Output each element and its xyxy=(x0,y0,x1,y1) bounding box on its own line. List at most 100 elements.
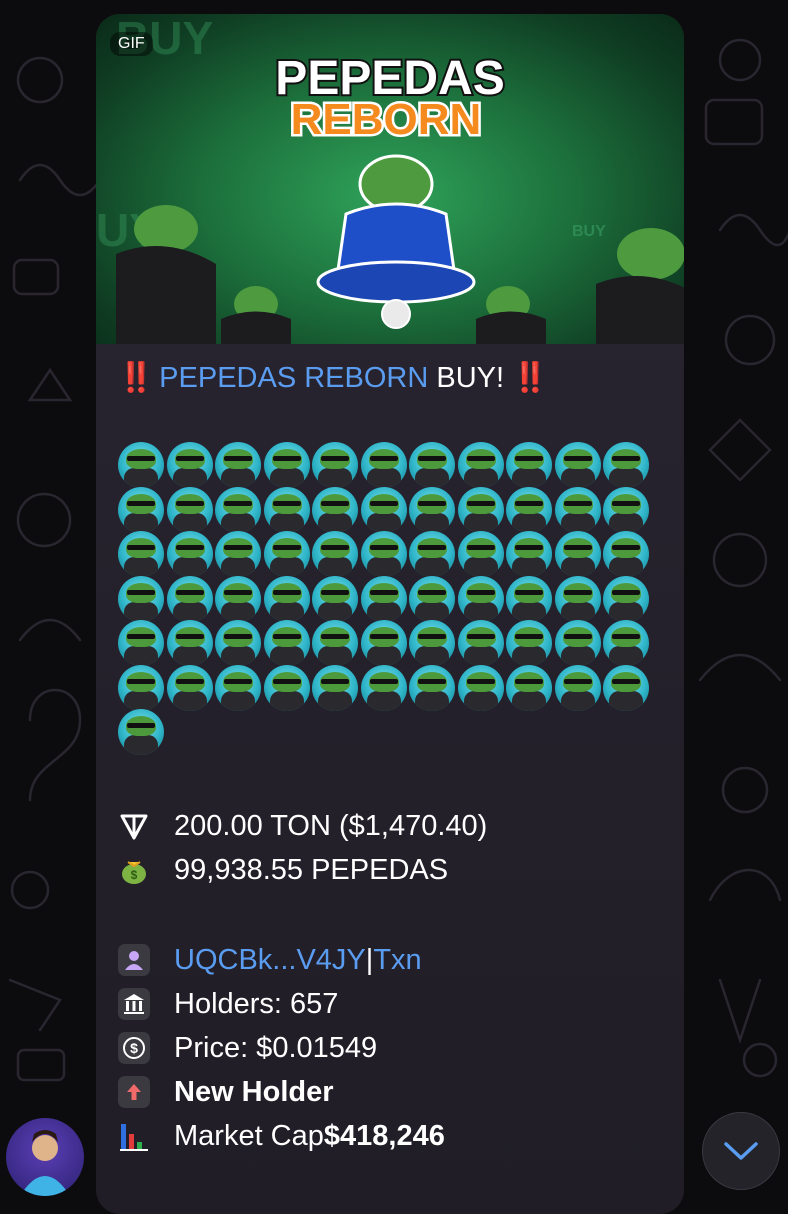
pepe-emoji[interactable] xyxy=(263,486,310,533)
pepe-emoji[interactable] xyxy=(118,531,164,577)
pepe-emoji[interactable] xyxy=(409,442,455,488)
pepe-emoji[interactable] xyxy=(409,664,455,711)
up-arrow-icon xyxy=(118,1076,150,1108)
pepe-emoji[interactable] xyxy=(263,620,310,666)
pepe-emoji[interactable] xyxy=(215,486,261,533)
pepe-emoji[interactable] xyxy=(166,531,213,577)
pepe-emoji[interactable] xyxy=(603,442,649,488)
pepe-emoji[interactable] xyxy=(506,575,552,622)
pepe-emoji[interactable] xyxy=(457,486,504,533)
market-cap-label: Market Cap xyxy=(174,1119,324,1152)
market-cap-value: $418,246 xyxy=(323,1119,445,1152)
pepe-emoji[interactable] xyxy=(506,620,552,666)
pepe-emoji[interactable] xyxy=(360,575,407,622)
pepe-emoji[interactable] xyxy=(215,442,261,488)
pepe-emoji[interactable] xyxy=(360,620,407,666)
token-amount-row: $ 99,938.55 PEPEDAS xyxy=(118,848,448,892)
pepe-emoji[interactable] xyxy=(554,442,601,488)
pepe-emoji[interactable] xyxy=(457,531,504,577)
ton-icon xyxy=(118,810,150,842)
pepe-emoji[interactable] xyxy=(360,486,407,533)
separator: | xyxy=(365,943,374,976)
price-row: $ Price: $0.01549 xyxy=(118,1026,377,1070)
pepe-emoji[interactable] xyxy=(166,486,213,533)
pepe-emoji[interactable] xyxy=(554,664,601,711)
pepe-emoji[interactable] xyxy=(118,709,164,755)
svg-text:BUY: BUY xyxy=(572,223,606,240)
pepe-emoji[interactable] xyxy=(215,664,261,711)
buyer-address-link[interactable]: UQCBk...V4JY xyxy=(174,944,366,977)
pepe-emoji[interactable] xyxy=(360,664,407,711)
pepe-emoji[interactable] xyxy=(409,531,455,577)
pepe-emoji[interactable] xyxy=(312,620,358,666)
pepe-emoji[interactable] xyxy=(215,531,261,577)
pepe-emoji[interactable] xyxy=(506,531,552,577)
pepe-emoji[interactable] xyxy=(215,575,261,622)
pepe-emoji[interactable] xyxy=(603,575,649,622)
pepe-emoji[interactable] xyxy=(457,620,504,666)
scroll-down-button[interactable] xyxy=(702,1112,780,1190)
pepe-emoji[interactable] xyxy=(166,620,213,666)
pepe-emoji[interactable] xyxy=(118,620,164,666)
pepe-emoji[interactable] xyxy=(312,442,358,488)
pepe-emoji[interactable] xyxy=(312,664,358,711)
pepe-emoji[interactable] xyxy=(312,531,358,577)
svg-text:REBORN: REBORN xyxy=(291,95,482,144)
pepe-emoji[interactable] xyxy=(506,664,552,711)
pepe-emoji[interactable] xyxy=(554,486,601,533)
pepe-emoji[interactable] xyxy=(409,486,455,533)
buyer-row: UQCBk...V4JY | Txn xyxy=(118,938,422,982)
pepe-emoji[interactable] xyxy=(166,575,213,622)
user-icon xyxy=(118,944,150,976)
pepe-emoji[interactable] xyxy=(603,531,649,577)
pepe-emoji[interactable] xyxy=(263,442,310,488)
gif-badge: GIF xyxy=(110,32,153,56)
pepe-emoji[interactable] xyxy=(166,442,213,488)
pepe-emoji[interactable] xyxy=(409,575,455,622)
token-link[interactable]: PEPEDAS REBORN xyxy=(159,362,428,394)
pepe-emoji[interactable] xyxy=(506,442,552,488)
dollar-icon: $ xyxy=(118,1032,150,1064)
pepe-emoji[interactable] xyxy=(603,664,649,711)
pepe-emoji[interactable] xyxy=(166,664,213,711)
pepe-emoji[interactable] xyxy=(118,664,164,711)
pepe-emoji[interactable] xyxy=(312,486,358,533)
svg-text:$: $ xyxy=(131,868,138,882)
avatar[interactable] xyxy=(6,1118,84,1196)
pepe-emoji[interactable] xyxy=(554,620,601,666)
headline: ‼️ PEPEDAS REBORN BUY! ‼️ xyxy=(118,356,664,400)
txn-link[interactable]: Txn xyxy=(373,944,421,977)
pepe-emoji[interactable] xyxy=(457,442,504,488)
message-bubble: BUY UY BUY PEPEDAS REBORN GIF ‼️ PEPEDAS… xyxy=(96,14,684,1214)
pepe-emoji[interactable] xyxy=(312,575,358,622)
holders-count: Holders: 657 xyxy=(174,987,339,1020)
pepe-emoji[interactable] xyxy=(360,442,407,488)
new-holder-row: New Holder xyxy=(118,1070,334,1114)
pepe-emoji[interactable] xyxy=(215,620,261,666)
gif-preview[interactable]: BUY UY BUY PEPEDAS REBORN GIF xyxy=(96,14,684,344)
pepe-emoji[interactable] xyxy=(603,486,649,533)
token-price: Price: $0.01549 xyxy=(174,1031,378,1064)
ton-amount: 200.00 TON ($1,470.40) xyxy=(174,809,488,842)
bank-icon xyxy=(118,988,150,1020)
pepe-emoji[interactable] xyxy=(457,575,504,622)
pepe-emoji[interactable] xyxy=(263,531,310,577)
pepe-emoji[interactable] xyxy=(263,575,310,622)
pepe-emoji[interactable] xyxy=(506,486,552,533)
token-amount: 99,938.55 PEPEDAS xyxy=(174,853,449,886)
exclamation-emoji: ‼️ xyxy=(512,362,548,394)
pepe-emoji[interactable] xyxy=(409,620,455,666)
pepe-emoji[interactable] xyxy=(118,575,164,622)
pepe-emoji[interactable] xyxy=(360,531,407,577)
pepe-emoji[interactable] xyxy=(263,664,310,711)
pepe-emoji[interactable] xyxy=(118,486,164,533)
market-cap-row: Market Cap $418,246 xyxy=(118,1114,445,1158)
money-bag-icon: $ xyxy=(118,854,150,886)
pepe-emoji[interactable] xyxy=(457,664,504,711)
headline-buy: BUY! xyxy=(428,362,513,394)
pepe-emoji[interactable] xyxy=(118,442,164,488)
chevron-down-icon xyxy=(724,1142,758,1160)
pepe-emoji[interactable] xyxy=(554,531,601,577)
pepe-emoji[interactable] xyxy=(554,575,601,622)
pepe-emoji[interactable] xyxy=(603,620,649,666)
